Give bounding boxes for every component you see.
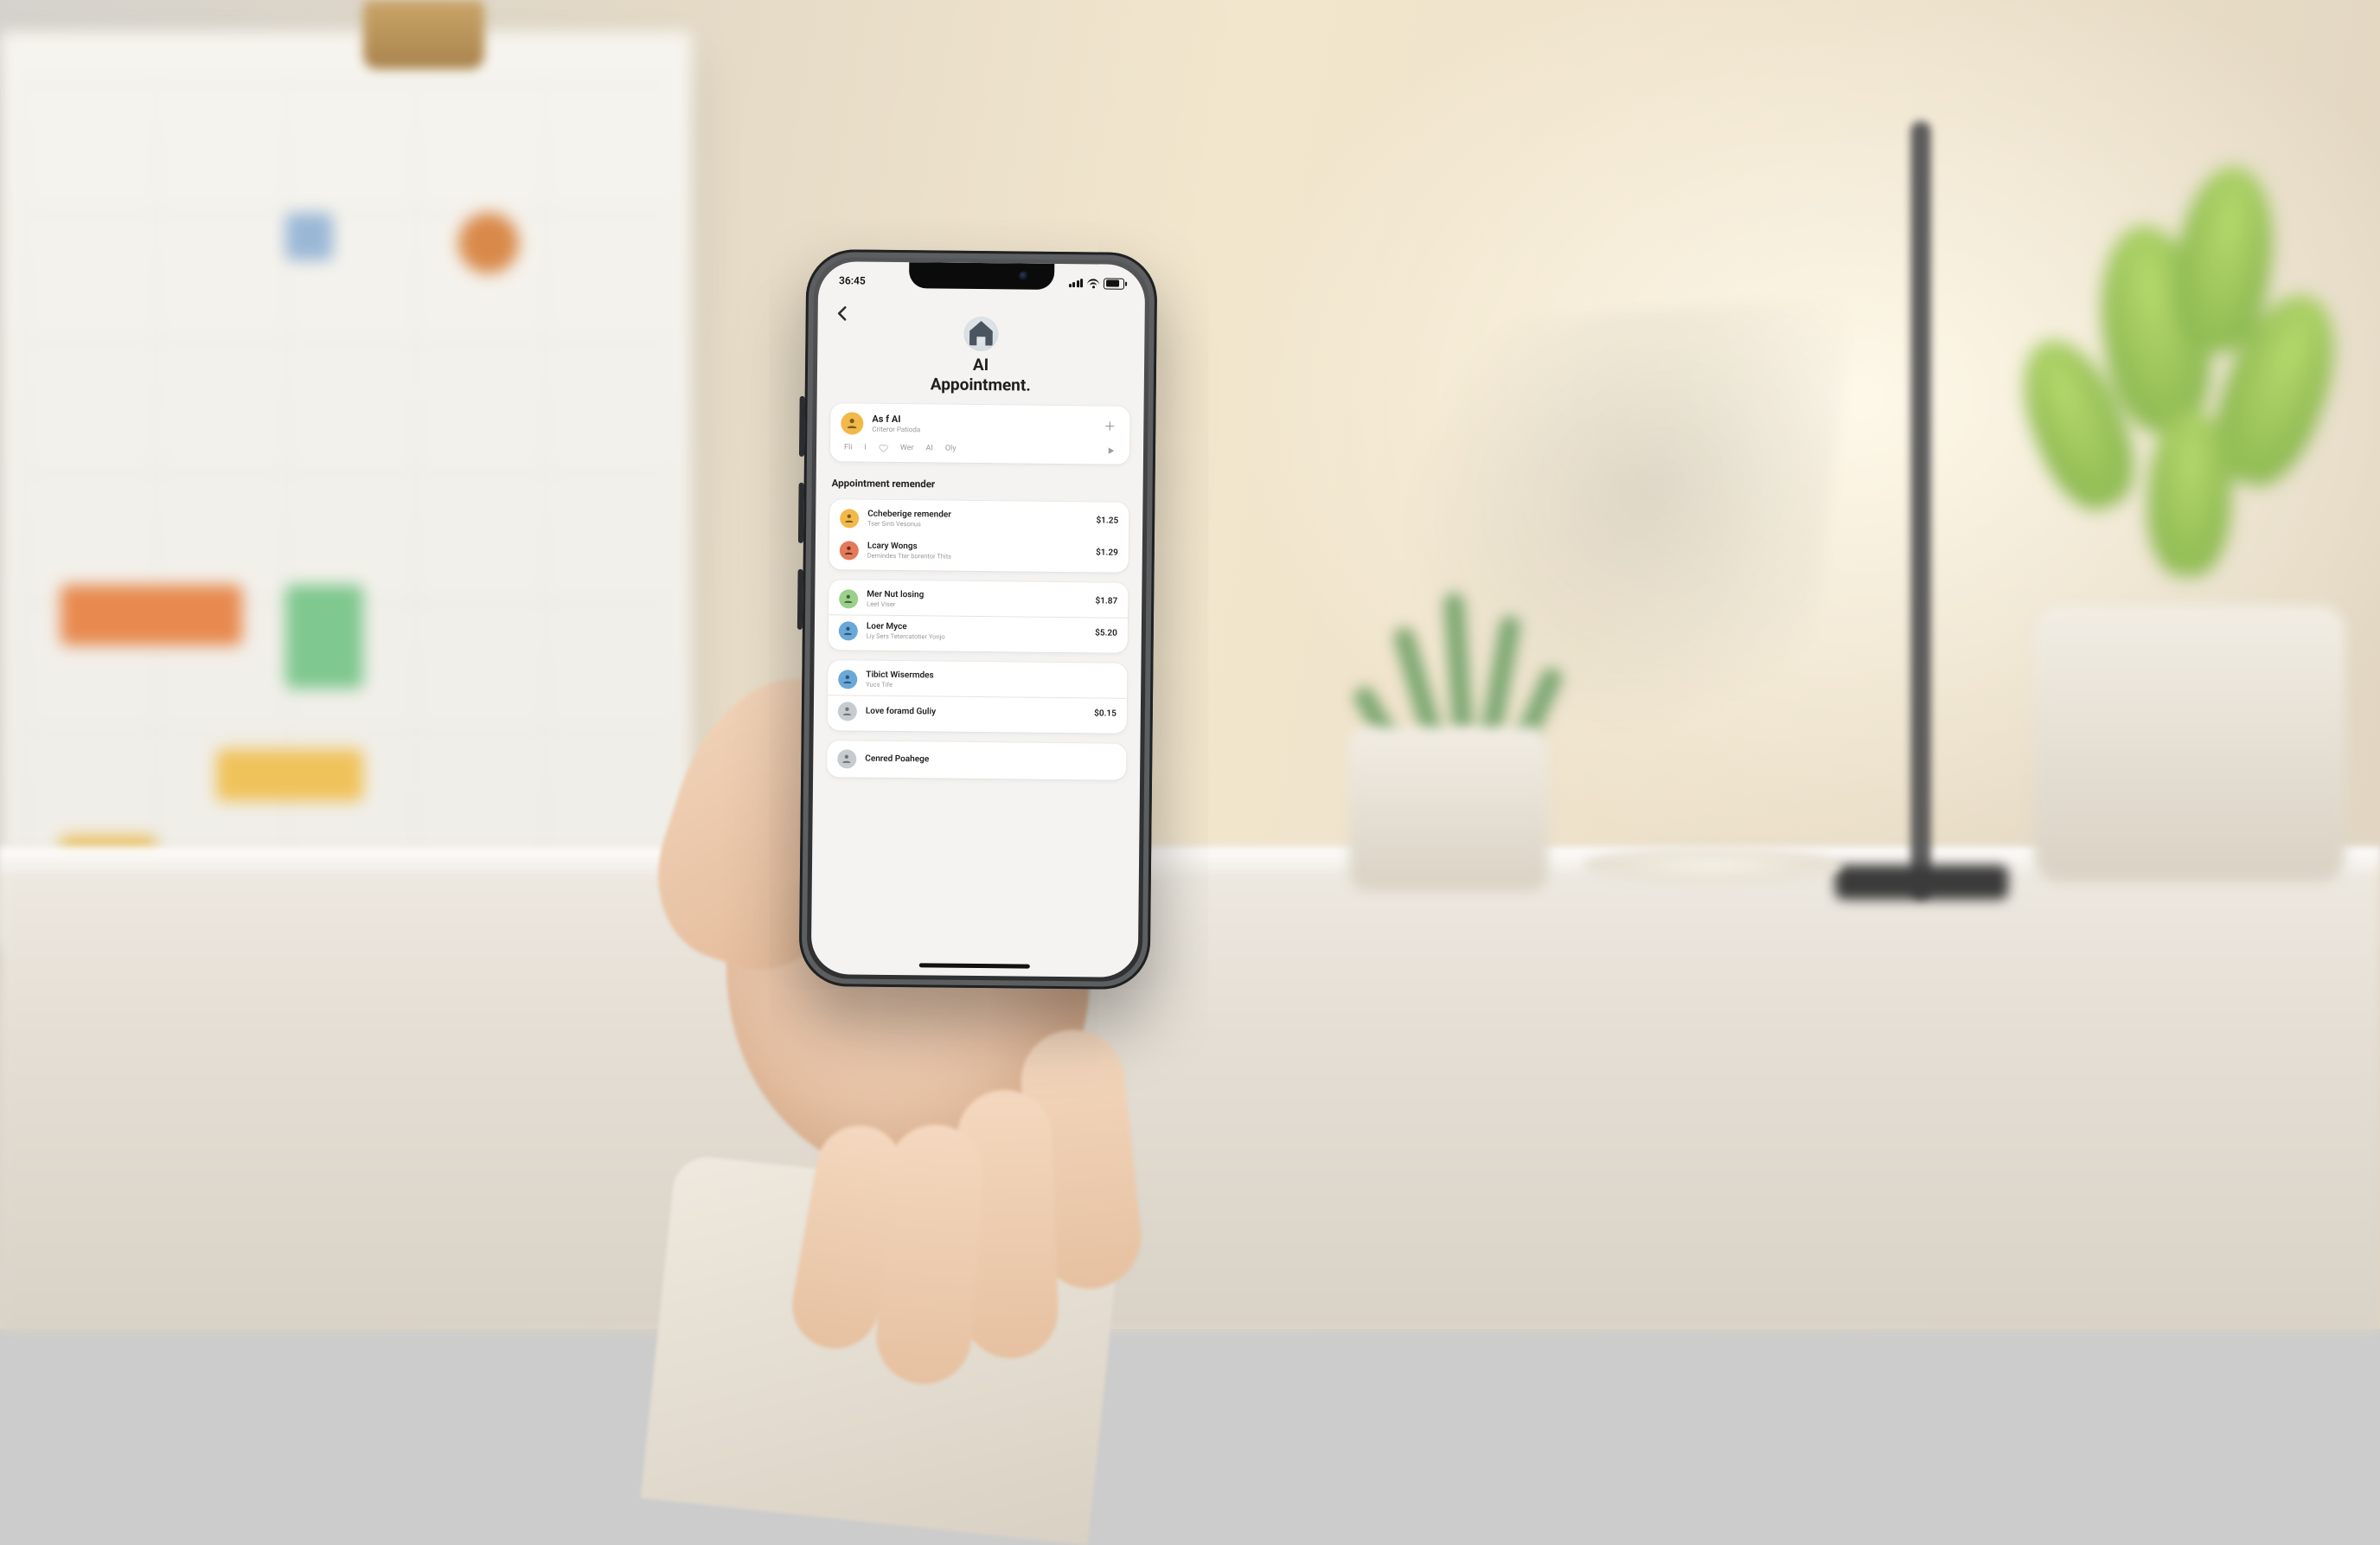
- item-amount: $1.87: [1095, 596, 1117, 606]
- desk-edge-highlight: [0, 848, 2380, 879]
- avatar-icon: [839, 589, 858, 608]
- list-item[interactable]: Love foramd Guliy $0.15: [828, 695, 1127, 730]
- profile-card: As f AI Criteror Patioda Fli I We: [830, 403, 1130, 465]
- footer-card: Cenred Poahege: [827, 740, 1126, 780]
- page-header: AI Appointment.: [831, 315, 1131, 395]
- list-item[interactable]: Cenred Poahege: [827, 740, 1126, 780]
- profile-name: As f AI: [872, 413, 920, 426]
- item-amount: $5.20: [1095, 628, 1117, 638]
- item-subtitle: Liy Sers Tetercatotier Yonjo: [867, 632, 1086, 643]
- desk-surface: [0, 848, 2380, 1332]
- plant-tray: [1583, 848, 1842, 882]
- section-heading: Appointment remender: [832, 477, 1128, 492]
- item-title: Love foramd Guliy: [866, 707, 1085, 719]
- play-icon[interactable]: [1106, 446, 1116, 455]
- chip-3[interactable]: AI: [925, 444, 932, 452]
- avatar-icon: [840, 541, 859, 560]
- small-pot: [1349, 727, 1548, 891]
- item-amount: $0.15: [1094, 708, 1116, 718]
- chip-2[interactable]: Wer: [900, 444, 914, 452]
- add-button[interactable]: [1100, 416, 1119, 435]
- list-item[interactable]: Loer Myce Liy Sers Tetercatotier Yonjo $…: [829, 614, 1128, 650]
- filter-chips: Fli I Wer AI Oly: [841, 443, 1119, 457]
- chip-1[interactable]: I: [864, 444, 867, 452]
- profile-avatar[interactable]: [841, 412, 863, 434]
- home-icon: [963, 317, 998, 351]
- list-item[interactable]: Ccheberige remender Tser Sinti Vesonus $…: [829, 503, 1129, 537]
- avatar-icon: [838, 702, 857, 721]
- avatar-icon: [840, 509, 859, 528]
- chip-4[interactable]: Oly: [945, 445, 956, 453]
- scene: 36:45 AI Appointment.: [0, 0, 2380, 1329]
- item-subtitle: Leet Viser: [867, 600, 1086, 611]
- clipboard-clip: [363, 0, 484, 69]
- reminder-list-1: Ccheberige remender Tser Sinti Vesonus $…: [829, 499, 1129, 573]
- large-plant: [1861, 104, 2380, 657]
- heart-icon[interactable]: [879, 443, 888, 452]
- item-subtitle: Yucs Tife: [866, 681, 1108, 691]
- page-title-line2: Appointment.: [831, 373, 1130, 396]
- app-content: AI Appointment. As f AI Criteror Patioda: [811, 261, 1146, 978]
- avatar-icon: [838, 670, 857, 689]
- profile-subtitle: Criteror Patioda: [872, 426, 920, 434]
- item-subtitle: Tser Sinti Vesonus: [867, 520, 1087, 530]
- phone-screen: 36:45 AI Appointment.: [811, 261, 1146, 978]
- item-amount: $1.25: [1096, 516, 1118, 525]
- avatar-icon: [837, 749, 856, 768]
- item-subtitle: Demindes Tter borentor Thits: [867, 552, 1087, 562]
- avatar-icon: [839, 621, 858, 640]
- phone-device: 36:45 AI Appointment.: [799, 249, 1158, 990]
- large-pot: [2034, 606, 2345, 882]
- list-item[interactable]: Tibict Wisermdes Yucs Tife: [828, 664, 1127, 698]
- back-button[interactable]: [830, 301, 854, 325]
- list-item[interactable]: Mer Nut losing Leet Viser $1.87: [829, 583, 1128, 618]
- list-item[interactable]: Lcary Wongs Demindes Tter borentor Thits…: [829, 534, 1129, 569]
- lamp-base: [1835, 865, 2008, 900]
- item-amount: $1.29: [1096, 548, 1118, 557]
- reminder-list-3: Tibict Wisermdes Yucs Tife Love foramd G…: [828, 660, 1128, 734]
- chip-0[interactable]: Fli: [844, 443, 852, 452]
- item-title: Cenred Poahege: [865, 754, 1116, 766]
- reminder-list-2: Mer Nut losing Leet Viser $1.87 Loer Myc…: [829, 580, 1129, 653]
- background-calendar-board: [0, 31, 692, 948]
